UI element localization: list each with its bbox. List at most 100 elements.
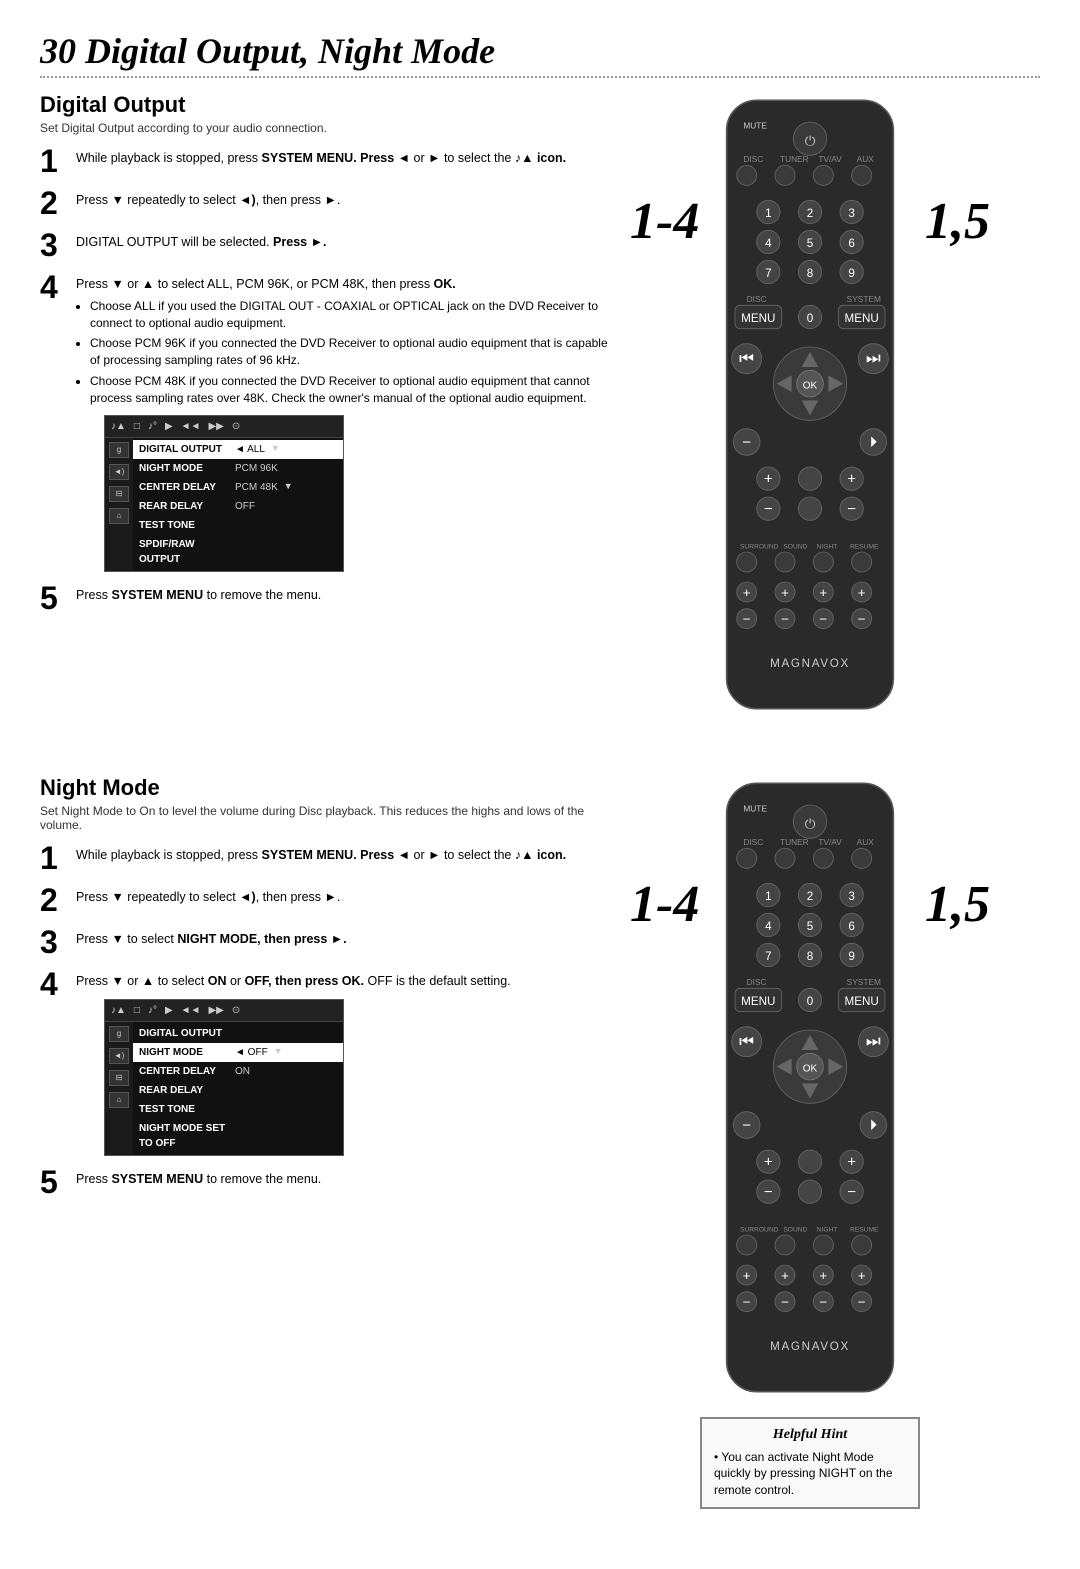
svg-text:MAGNAVOX: MAGNAVOX <box>770 1340 850 1353</box>
svg-text:+: + <box>781 585 789 600</box>
nm-menu-row-center-delay: CENTER DELAY ON <box>133 1062 343 1081</box>
step-3-text: DIGITAL OUTPUT will be selected. Press ►… <box>76 229 620 252</box>
step-1-num: 1 <box>40 145 68 177</box>
svg-text:⏻: ⏻ <box>805 133 816 148</box>
badge-left-1: 1-4 <box>630 192 699 251</box>
svg-text:+: + <box>819 585 827 600</box>
svg-text:DISC: DISC <box>747 294 767 304</box>
svg-text:−: − <box>764 1184 773 1201</box>
digital-output-content: Digital Output Set Digital Output accord… <box>40 92 620 725</box>
step-2: 2 Press ▼ repeatedly to select ◄), then … <box>40 187 620 219</box>
svg-text:⏭: ⏭ <box>866 1032 881 1051</box>
nm-step-2: 2 Press ▼ repeatedly to select ◄), then … <box>40 884 620 916</box>
svg-text:⏵: ⏵ <box>870 434 878 451</box>
menu-icon-sub: ⊟ <box>109 486 129 502</box>
svg-text:−: − <box>743 1295 751 1310</box>
svg-text:8: 8 <box>807 950 813 963</box>
nm-menu-top-bar: ♪▲□♪°▶◄◄▶▶⊙ <box>105 1000 343 1022</box>
menu-row-night-mode: NIGHT MODE PCM 96K <box>133 459 343 478</box>
svg-text:NIGHT: NIGHT <box>817 1227 838 1234</box>
nm-step-1-num: 1 <box>40 842 68 874</box>
nm-step-5-num: 5 <box>40 1166 68 1198</box>
svg-text:+: + <box>743 1268 751 1283</box>
svg-text:TV/AV: TV/AV <box>818 154 842 164</box>
helpful-hint-title: Helpful Hint <box>714 1427 906 1443</box>
svg-text:−: − <box>781 1295 789 1310</box>
svg-text:SYSTEM: SYSTEM <box>847 294 881 304</box>
svg-text:RESUME: RESUME <box>850 1227 879 1234</box>
menu-icon-g: g <box>109 442 129 458</box>
nm-step-3-num: 3 <box>40 926 68 958</box>
badge-right-2: 1,5 <box>925 875 990 934</box>
svg-text:0: 0 <box>807 312 814 325</box>
svg-text:6: 6 <box>848 920 854 933</box>
nm-step-5: 5 Press SYSTEM MENU to remove the menu. <box>40 1166 620 1198</box>
svg-text:9: 9 <box>848 950 854 963</box>
svg-text:⏵: ⏵ <box>870 1117 878 1134</box>
svg-text:−: − <box>858 1295 866 1310</box>
remote-container-2: 1-4 ⏻ MUTE DISC TUNER TV/AV AUX 1 2 3 <box>640 775 980 1408</box>
svg-text:⏻: ⏻ <box>805 817 816 832</box>
step-2-text: Press ▼ repeatedly to select ◄), then pr… <box>76 187 620 210</box>
svg-text:SURROUND: SURROUND <box>740 1227 779 1234</box>
night-mode-heading: Night Mode <box>40 775 620 801</box>
step-5-num: 5 <box>40 582 68 614</box>
nm-step-4-text: Press ▼ or ▲ to select ON or OFF, then p… <box>76 968 620 1156</box>
svg-text:2: 2 <box>807 207 813 220</box>
svg-text:6: 6 <box>848 237 854 250</box>
nm-menu-icon-sub: ⊟ <box>109 1070 129 1086</box>
menu-icon-sound: ◄) <box>109 464 129 480</box>
nm-menu-row-digital-output: DIGITAL OUTPUT <box>133 1024 343 1043</box>
svg-text:SOUND: SOUND <box>783 1227 807 1234</box>
digital-output-section: Digital Output Set Digital Output accord… <box>40 92 1040 725</box>
svg-text:SYSTEM: SYSTEM <box>847 977 881 987</box>
nm-step-1: 1 While playback is stopped, press SYSTE… <box>40 842 620 874</box>
svg-text:SURROUND: SURROUND <box>740 544 779 551</box>
nm-step-2-num: 2 <box>40 884 68 916</box>
svg-text:+: + <box>781 1268 789 1283</box>
svg-text:⏮: ⏮ <box>739 1032 754 1051</box>
digital-output-heading: Digital Output <box>40 92 620 118</box>
svg-text:−: − <box>819 612 827 627</box>
menu-row-rear-delay: REAR DELAY OFF <box>133 497 343 516</box>
helpful-hint-text: You can activate Night Mode quickly by p… <box>714 1449 906 1499</box>
night-mode-desc: Set Night Mode to On to level the volume… <box>40 804 620 832</box>
svg-text:4: 4 <box>765 237 772 250</box>
svg-text:OK: OK <box>803 1064 818 1075</box>
svg-text:DISC: DISC <box>747 977 767 987</box>
nm-menu-icon-home: ⌂ <box>109 1092 129 1108</box>
svg-text:MENU: MENU <box>741 995 775 1008</box>
nm-step-4: 4 Press ▼ or ▲ to select ON or OFF, then… <box>40 968 620 1156</box>
night-mode-section: Night Mode Set Night Mode to On to level… <box>40 775 1040 1509</box>
nm-menu-row-rear-delay: REAR DELAY <box>133 1081 343 1100</box>
step-1: 1 While playback is stopped, press SYSTE… <box>40 145 620 177</box>
badge-right-1: 1,5 <box>925 192 990 251</box>
svg-text:9: 9 <box>848 267 854 280</box>
step-5-text: Press SYSTEM MENU to remove the menu. <box>76 582 620 605</box>
svg-text:NIGHT: NIGHT <box>817 544 838 551</box>
svg-text:⏮: ⏮ <box>739 349 754 368</box>
svg-text:+: + <box>819 1268 827 1283</box>
menu-row-center-delay: CENTER DELAY PCM 48K ▼ <box>133 478 343 497</box>
nm-menu-row-night-mode: NIGHT MODE ◄ OFF ▼ <box>133 1043 343 1062</box>
step-3: 3 DIGITAL OUTPUT will be selected. Press… <box>40 229 620 261</box>
svg-text:−: − <box>781 612 789 627</box>
menu-rows: DIGITAL OUTPUT ◄ ALL ▼ NIGHT MODE PCM 96… <box>133 438 343 571</box>
svg-text:8: 8 <box>807 267 813 280</box>
nm-step-3: 3 Press ▼ to select NIGHT MODE, then pre… <box>40 926 620 958</box>
svg-text:7: 7 <box>765 950 771 963</box>
step-1-text: While playback is stopped, press SYSTEM … <box>76 145 620 168</box>
svg-text:DISC: DISC <box>743 154 763 164</box>
digital-output-remote-area: 1-4 ⏻ MUTE DISC TUNER TV/AV AUX <box>640 92 980 725</box>
digital-output-menu: ♪▲□♪°▶◄◄▶▶⊙ g ◄) ⊟ ⌂ DIGITAL O <box>104 415 344 572</box>
remote-container-1: 1-4 ⏻ MUTE DISC TUNER TV/AV AUX <box>640 92 980 725</box>
nm-step-2-text: Press ▼ repeatedly to select ◄), then pr… <box>76 884 620 907</box>
svg-text:−: − <box>847 501 856 518</box>
svg-text:−: − <box>742 1117 751 1134</box>
night-mode-steps: 1 While playback is stopped, press SYSTE… <box>40 842 620 1198</box>
svg-text:MAGNAVOX: MAGNAVOX <box>770 657 850 670</box>
svg-text:+: + <box>858 1268 866 1283</box>
svg-text:⏭: ⏭ <box>866 349 881 368</box>
svg-text:5: 5 <box>807 237 813 250</box>
menu-body: g ◄) ⊟ ⌂ DIGITAL OUTPUT ◄ ALL ▼ <box>105 438 343 571</box>
